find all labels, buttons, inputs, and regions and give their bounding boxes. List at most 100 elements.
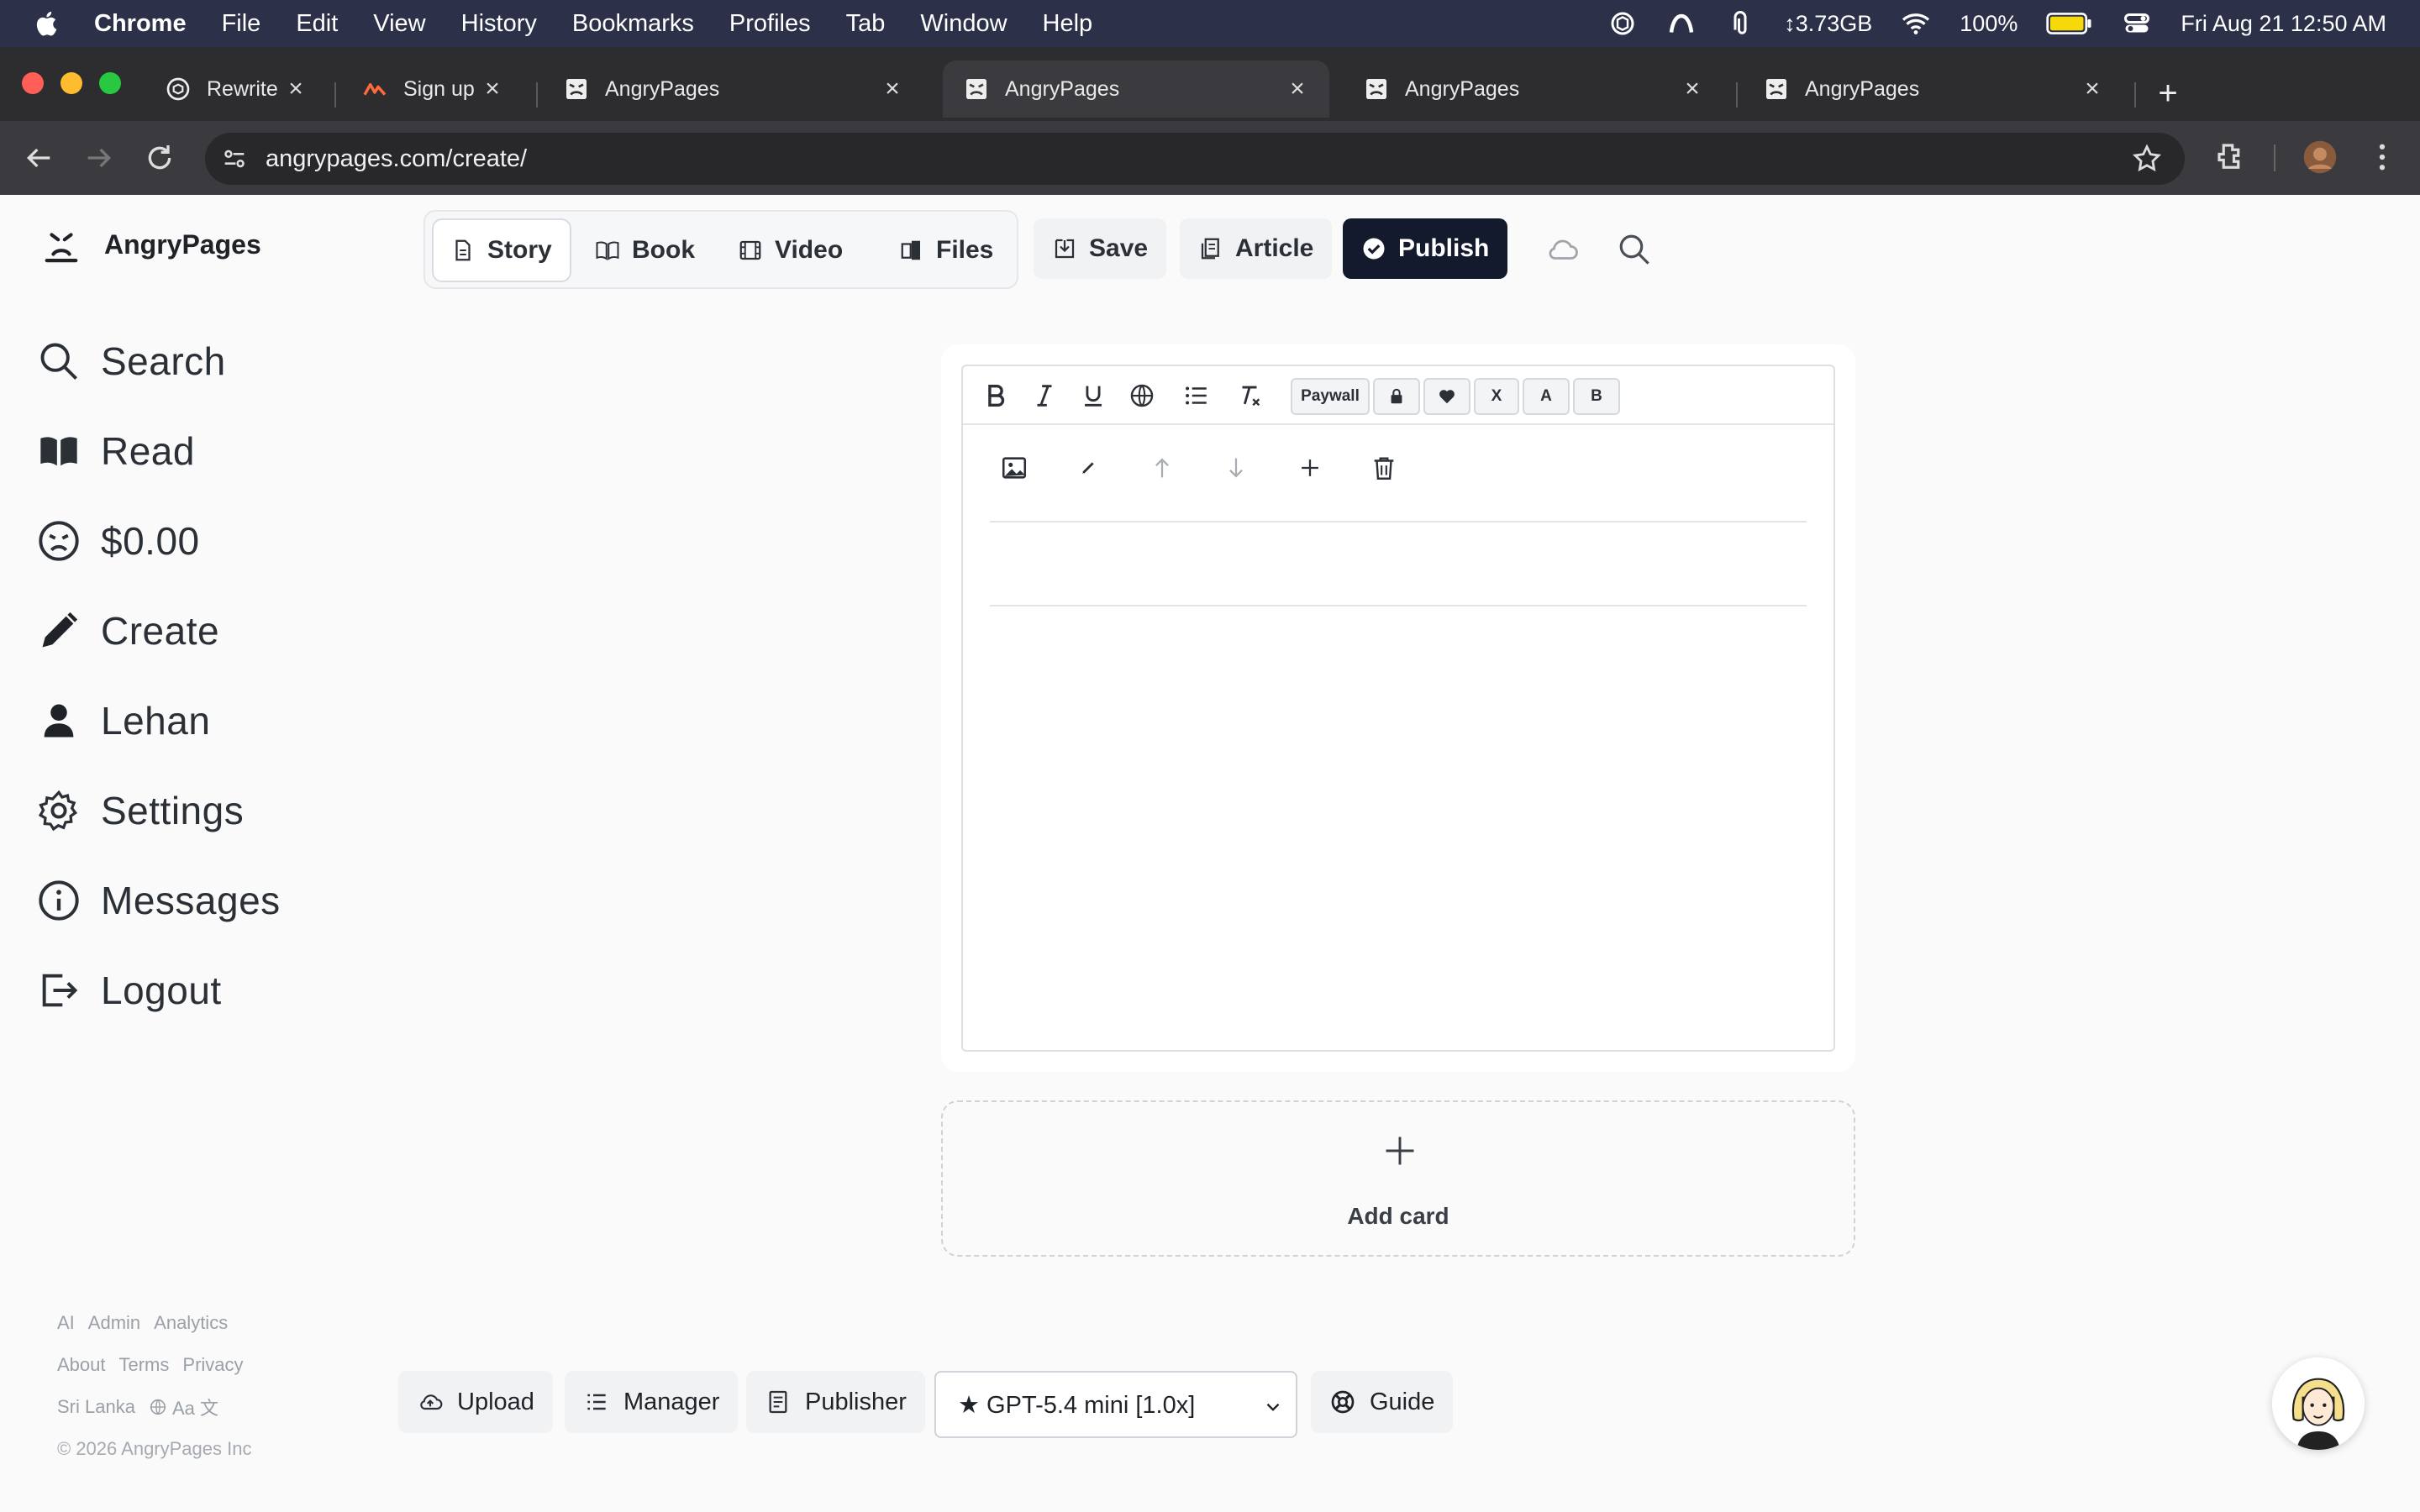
new-tab-button[interactable]: + xyxy=(2153,76,2183,110)
edit-pen-icon[interactable] xyxy=(1074,454,1102,482)
browser-tab-1[interactable]: Rewrite h × xyxy=(145,60,328,118)
menu-file[interactable]: File xyxy=(222,10,261,38)
browser-tab-6[interactable]: AngryPages × xyxy=(1743,60,2124,118)
profile-avatar[interactable] xyxy=(2302,139,2338,175)
nav-create[interactable]: Create xyxy=(37,585,281,675)
rich-text-editor[interactable]: Paywall X A B xyxy=(961,365,1835,1052)
close-icon[interactable]: × xyxy=(481,76,504,102)
browser-tab-4-active[interactable]: AngryPages × xyxy=(943,60,1329,118)
paywall-button[interactable]: Paywall xyxy=(1291,378,1370,415)
underline-icon[interactable] xyxy=(1076,378,1111,413)
memory-readout[interactable]: ↕3.73GB xyxy=(1784,11,1872,37)
a-button[interactable]: A xyxy=(1523,378,1570,415)
brand[interactable]: AngryPages xyxy=(42,225,261,264)
publisher-button[interactable]: Publisher xyxy=(746,1371,925,1433)
browser-tab-3[interactable]: AngryPages × xyxy=(543,60,924,118)
close-icon[interactable]: × xyxy=(1286,76,1309,102)
browser-tab-2[interactable]: Sign up f × xyxy=(341,60,524,118)
nav-search[interactable]: Search xyxy=(37,316,281,406)
link-globe-icon[interactable] xyxy=(1124,378,1160,413)
lock-button[interactable] xyxy=(1373,378,1420,415)
bullet-list-icon[interactable] xyxy=(1178,378,1213,413)
upload-button[interactable]: Upload xyxy=(398,1371,553,1433)
menu-history[interactable]: History xyxy=(461,10,537,38)
chatgpt-icon[interactable] xyxy=(1607,8,1638,39)
menu-bookmarks[interactable]: Bookmarks xyxy=(572,10,694,38)
footer-link-privacy[interactable]: Privacy xyxy=(182,1354,243,1376)
clock[interactable]: Fri Aug 21 12:50 AM xyxy=(2181,11,2386,37)
clear-format-icon[interactable] xyxy=(1232,378,1267,413)
guide-button[interactable]: Guide xyxy=(1311,1371,1454,1433)
address-bar[interactable]: angrypages.com/create/ xyxy=(205,133,2185,185)
mode-book-button[interactable]: Book xyxy=(578,218,712,282)
footer-link-about[interactable]: About xyxy=(57,1354,106,1376)
image-icon[interactable] xyxy=(1000,454,1028,482)
title-field-underline[interactable] xyxy=(990,521,1807,522)
menu-tab[interactable]: Tab xyxy=(846,10,886,38)
save-button[interactable]: Save xyxy=(1034,218,1167,279)
nav-balance[interactable]: $0.00 xyxy=(37,496,281,585)
subtitle-field-underline[interactable] xyxy=(990,605,1807,606)
footer-language[interactable]: Aa 文 xyxy=(172,1394,218,1420)
menu-edit[interactable]: Edit xyxy=(296,10,338,38)
close-icon[interactable]: × xyxy=(2081,76,2104,102)
nav-messages[interactable]: Messages xyxy=(37,855,281,945)
zoom-window-button[interactable] xyxy=(99,72,121,94)
menu-app-name[interactable]: Chrome xyxy=(94,10,187,38)
menu-profiles[interactable]: Profiles xyxy=(729,10,811,38)
close-window-button[interactable] xyxy=(22,72,44,94)
battery-icon[interactable] xyxy=(2046,8,2093,39)
cloud-icon[interactable] xyxy=(1544,232,1580,267)
bookmark-star-icon[interactable] xyxy=(2131,143,2163,175)
forward-arrow-icon[interactable] xyxy=(82,141,116,175)
browser-tab-5[interactable]: AngryPages × xyxy=(1343,60,1724,118)
move-down-icon[interactable] xyxy=(1222,454,1250,482)
footer-link-terms[interactable]: Terms xyxy=(119,1354,170,1376)
url-text[interactable]: angrypages.com/create/ xyxy=(266,133,527,185)
nav-settings[interactable]: Settings xyxy=(37,765,281,855)
menu-window[interactable]: Window xyxy=(920,10,1007,38)
nav-profile[interactable]: Lehan xyxy=(37,675,281,765)
mode-video-button[interactable]: Video xyxy=(721,218,860,282)
menu-help[interactable]: Help xyxy=(1043,10,1093,38)
footer-region[interactable]: Sri Lanka xyxy=(57,1396,135,1418)
mode-label: Files xyxy=(936,236,994,264)
more-options-icon[interactable] xyxy=(2365,139,2400,175)
mode-files-button[interactable]: Files xyxy=(882,218,1010,282)
site-settings-icon[interactable] xyxy=(220,144,249,173)
extensions-icon[interactable] xyxy=(2213,139,2249,175)
mode-story-button[interactable]: Story xyxy=(432,218,571,282)
back-arrow-icon[interactable] xyxy=(22,141,55,175)
manager-button[interactable]: Manager xyxy=(565,1371,739,1433)
close-icon[interactable]: × xyxy=(284,76,308,102)
bold-icon[interactable] xyxy=(978,378,1013,413)
footer-link-analytics[interactable]: Analytics xyxy=(154,1312,228,1334)
model-select[interactable]: ★ GPT-5.4 mini [1.0x] xyxy=(934,1371,1297,1438)
minimize-window-button[interactable] xyxy=(60,72,82,94)
b-button[interactable]: B xyxy=(1573,378,1620,415)
publish-button[interactable]: Publish xyxy=(1343,218,1508,279)
apple-icon[interactable] xyxy=(34,9,62,38)
menu-view[interactable]: View xyxy=(373,10,425,38)
add-block-icon[interactable] xyxy=(1296,454,1324,482)
article-button[interactable]: Article xyxy=(1180,218,1333,279)
reload-icon[interactable] xyxy=(143,141,176,175)
search-icon[interactable] xyxy=(1617,232,1652,267)
move-up-icon[interactable] xyxy=(1148,454,1176,482)
footer-link-ai[interactable]: AI xyxy=(57,1312,75,1334)
close-icon[interactable]: × xyxy=(881,76,904,102)
close-icon[interactable]: × xyxy=(1681,76,1704,102)
arc-icon[interactable] xyxy=(1666,8,1697,39)
nav-read[interactable]: Read xyxy=(37,406,281,496)
paperclip-icon[interactable] xyxy=(1725,8,1755,39)
heart-button[interactable] xyxy=(1423,378,1470,415)
wifi-icon[interactable] xyxy=(1901,8,1931,39)
x-button[interactable]: X xyxy=(1474,378,1519,415)
add-card-button[interactable]: Add card xyxy=(941,1100,1855,1257)
assistant-avatar-button[interactable] xyxy=(2272,1357,2365,1450)
control-center-icon[interactable] xyxy=(2122,8,2152,39)
italic-icon[interactable] xyxy=(1027,378,1062,413)
trash-icon[interactable] xyxy=(1370,454,1398,482)
nav-logout[interactable]: Logout xyxy=(37,945,281,1035)
footer-link-admin[interactable]: Admin xyxy=(88,1312,140,1334)
